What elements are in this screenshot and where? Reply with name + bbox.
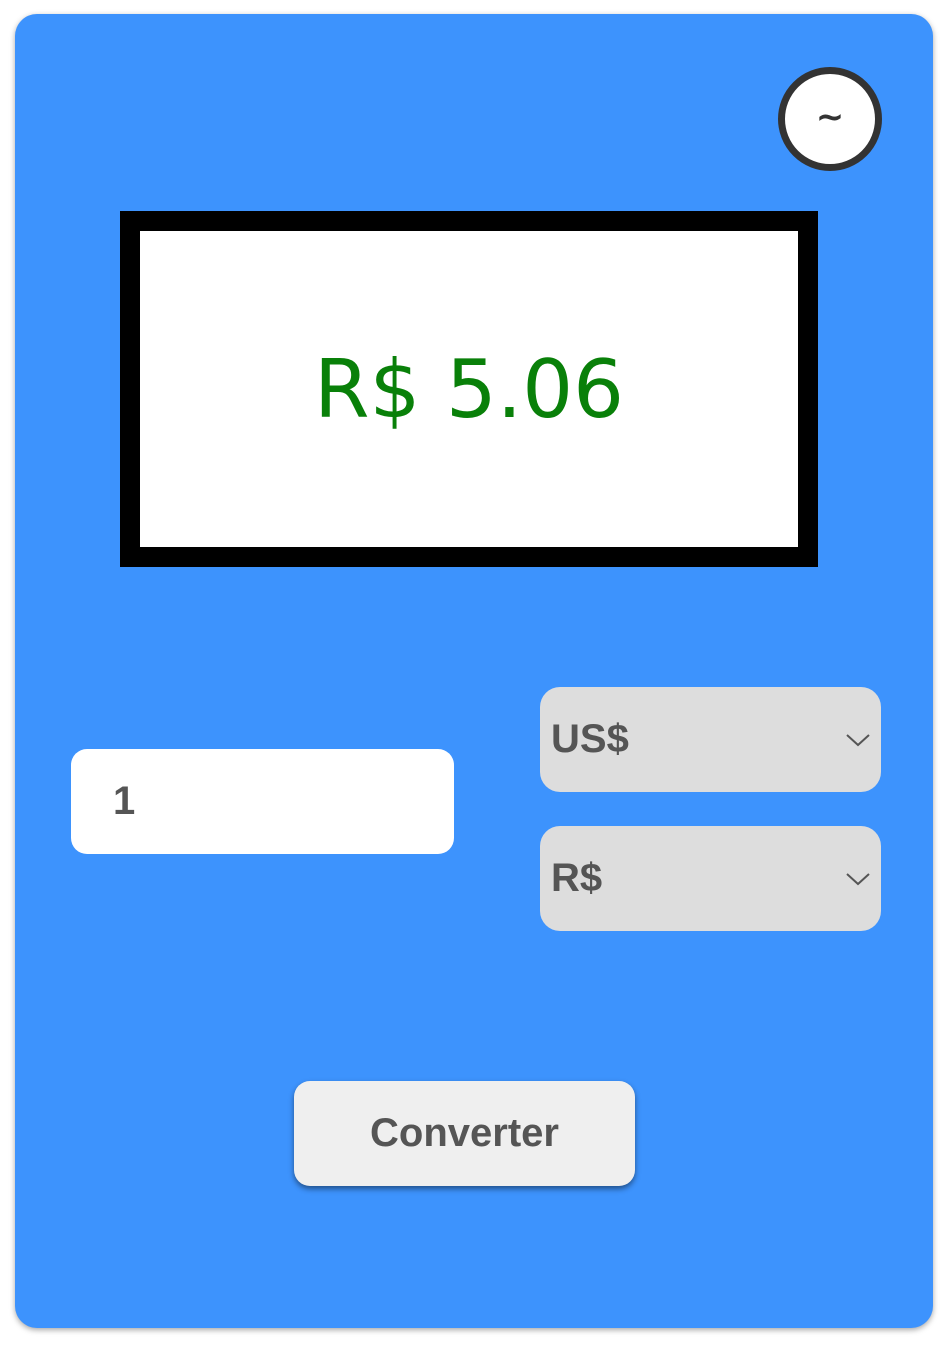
from-currency-select[interactable]: US$	[540, 687, 881, 792]
amount-value: 1	[113, 779, 136, 823]
chevron-down-icon	[845, 732, 871, 748]
chevron-down-icon	[845, 871, 871, 887]
swap-currencies-button[interactable]: ~	[778, 67, 882, 171]
to-currency-value: R$	[551, 856, 603, 900]
convert-button-label: Converter	[370, 1111, 559, 1155]
amount-input[interactable]: 1	[71, 749, 454, 854]
from-currency-value: US$	[551, 717, 629, 761]
tilde-icon: ~	[815, 97, 845, 137]
result-display: R$ 5.06	[120, 211, 818, 567]
conversion-result: R$ 5.06	[313, 342, 625, 436]
convert-button[interactable]: Converter	[294, 1081, 635, 1186]
to-currency-select[interactable]: R$	[540, 826, 881, 931]
converter-card: ~ R$ 5.06 1 US$ R$ Converter	[15, 14, 933, 1328]
